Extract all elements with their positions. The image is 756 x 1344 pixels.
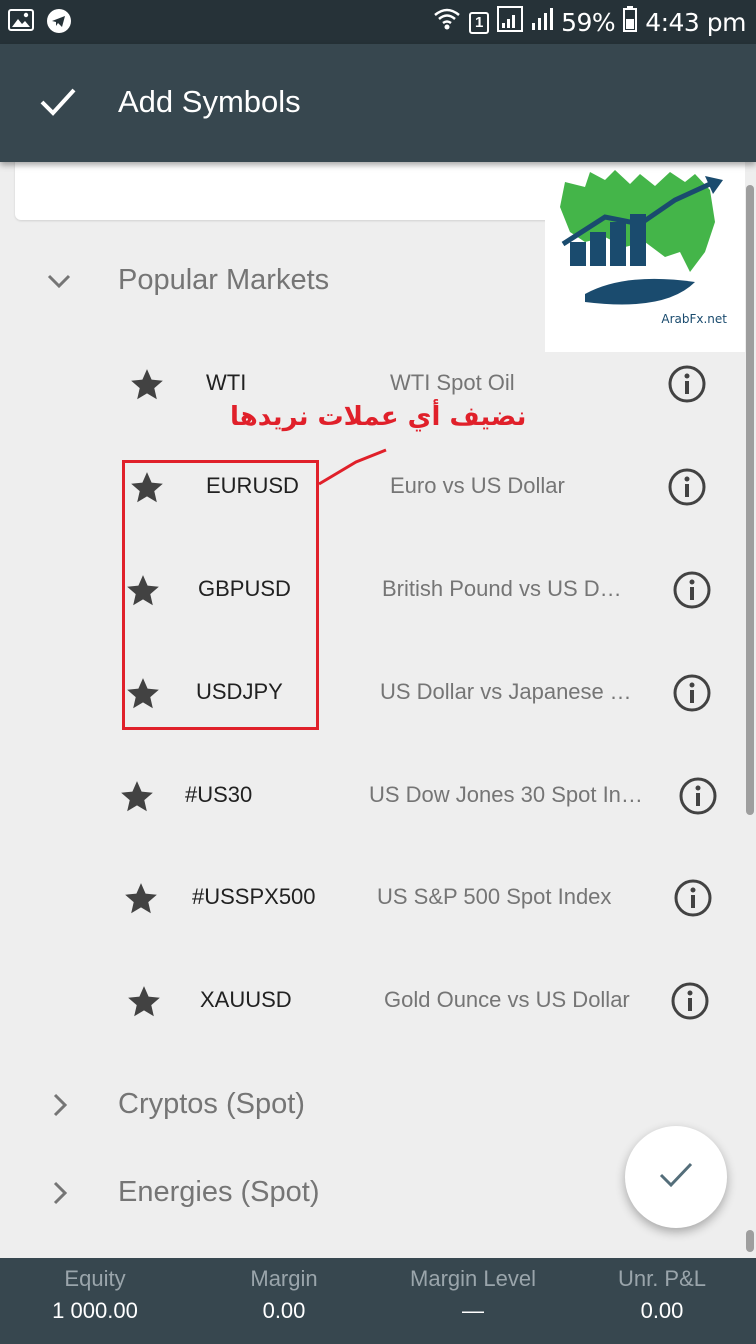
symbol-row[interactable]: GBPUSD British Pound vs US Dollar — [0, 550, 756, 630]
info-icon[interactable] — [667, 467, 707, 512]
arabfx-logo: ArabFx.net — [545, 162, 745, 352]
margin-level-value: — — [462, 1298, 484, 1323]
symbol-description: US Dow Jones 30 Spot Index — [369, 782, 649, 807]
pnl-value: 0.00 — [640, 1298, 684, 1323]
symbol-description: US S&P 500 Spot Index — [377, 884, 612, 909]
image-icon — [8, 8, 34, 39]
logo-brand-text: ArabFx.net — [661, 312, 727, 326]
symbol-row[interactable]: #US30 US Dow Jones 30 Spot Index — [0, 756, 756, 836]
wifi-icon — [433, 7, 461, 38]
pnl-stat: Unr. P&L 0.00 — [562, 1266, 756, 1324]
equity-stat: Equity 1 000.00 — [0, 1266, 195, 1324]
page-title: Add Symbols — [118, 84, 301, 119]
symbol-description: US Dollar vs Japanese Yen — [380, 679, 632, 704]
chevron-right-icon — [48, 1178, 72, 1213]
scrollbar-thumb[interactable] — [746, 185, 754, 815]
signal-icon — [497, 6, 524, 39]
symbol-row[interactable]: EURUSD Euro vs US Dollar — [0, 447, 756, 527]
equity-value: 1 000.00 — [52, 1298, 138, 1323]
battery-icon — [623, 6, 638, 39]
star-icon[interactable] — [125, 983, 163, 1026]
battery-percent: 59% — [561, 8, 616, 37]
chevron-right-icon — [48, 1090, 72, 1125]
info-icon[interactable] — [672, 673, 712, 718]
margin-stat: Margin 0.00 — [184, 1266, 384, 1324]
margin-level-label: Margin Level — [410, 1266, 536, 1291]
check-icon[interactable] — [38, 84, 78, 125]
section-label: Cryptos (Spot) — [118, 1088, 305, 1120]
annotation-text: نضيف أي عملات نريدها — [230, 402, 527, 432]
symbol-row[interactable]: #USSPX500 US S&P 500 Spot Index — [0, 858, 756, 938]
sim-icon: 1 — [469, 11, 490, 34]
symbol-name: #USSPX500 — [192, 884, 316, 909]
app-toolbar: Add Symbols — [0, 44, 756, 162]
telegram-icon — [46, 8, 72, 39]
status-bar: 1 59% 4:43 pm — [0, 0, 756, 44]
margin-label: Margin — [250, 1266, 318, 1291]
star-icon[interactable] — [122, 880, 160, 923]
info-icon[interactable] — [678, 776, 718, 821]
chevron-down-icon — [44, 266, 74, 301]
info-icon[interactable] — [673, 878, 713, 923]
annotation-highlight-box — [122, 460, 319, 730]
pnl-label: Unr. P&L — [617, 1266, 707, 1291]
symbol-description: WTI Spot Oil — [390, 370, 515, 395]
symbol-row[interactable]: XAUUSD Gold Ounce vs US Dollar — [0, 961, 756, 1041]
info-icon[interactable] — [670, 981, 710, 1026]
section-label: Energies (Spot) — [118, 1176, 320, 1208]
signal2-icon — [531, 7, 554, 38]
symbol-description: British Pound vs US Dollar — [382, 576, 630, 601]
margin-level-stat: Margin Level — — [373, 1266, 573, 1324]
symbol-description: Euro vs US Dollar — [390, 473, 565, 498]
margin-value: 0.00 — [262, 1298, 306, 1323]
symbol-name: XAUUSD — [200, 987, 292, 1012]
equity-label: Equity — [64, 1266, 126, 1291]
account-summary-bar: Equity 1 000.00 Margin 0.00 Margin Level… — [0, 1258, 756, 1344]
confirm-fab-button[interactable] — [625, 1126, 727, 1228]
symbol-name: #US30 — [185, 782, 253, 807]
info-icon[interactable] — [667, 364, 707, 409]
section-label: Popular Markets — [118, 264, 330, 296]
scrollbar-end — [746, 1230, 754, 1252]
symbol-name: WTI — [206, 370, 247, 395]
symbol-row[interactable]: USDJPY US Dollar vs Japanese Yen — [0, 653, 756, 733]
section-cryptos[interactable]: Cryptos (Spot) — [0, 1074, 756, 1134]
symbol-description: Gold Ounce vs US Dollar — [384, 987, 630, 1012]
scrollbar[interactable] — [746, 185, 754, 1255]
star-icon[interactable] — [128, 366, 166, 409]
check-icon — [658, 1160, 694, 1195]
star-icon[interactable] — [118, 778, 156, 821]
info-icon[interactable] — [672, 570, 712, 615]
clock: 4:43 pm — [645, 8, 746, 37]
